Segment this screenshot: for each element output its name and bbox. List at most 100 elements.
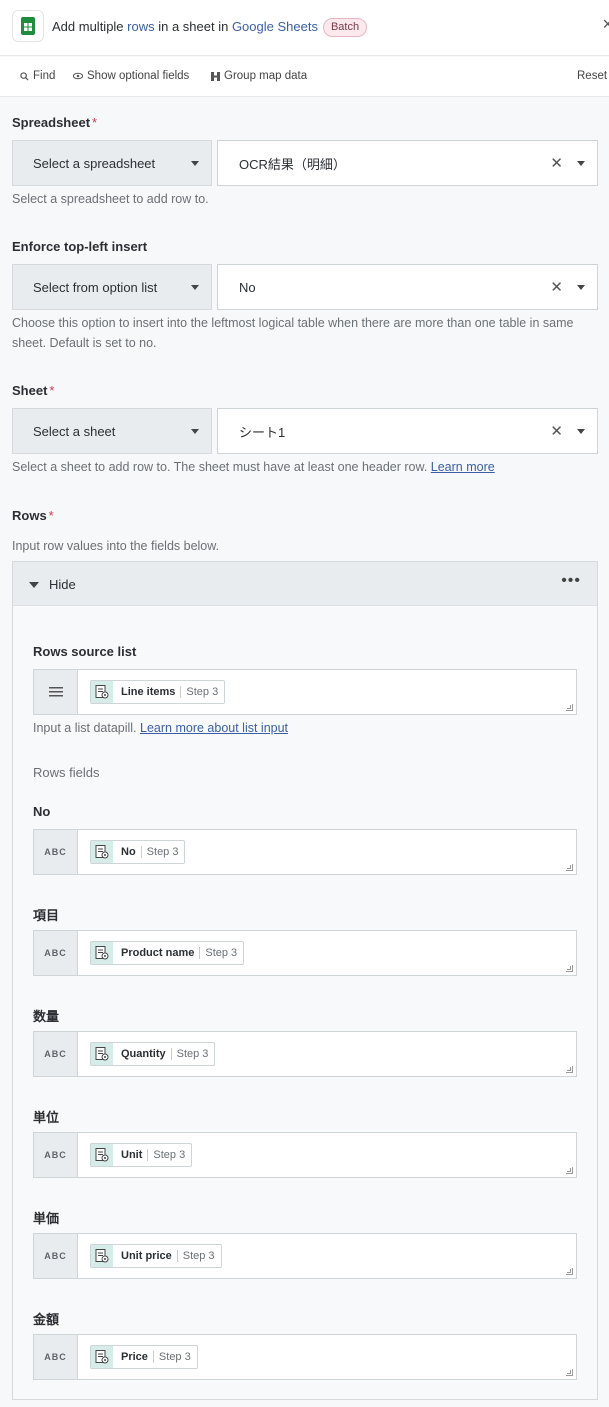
row-field-input[interactable]: ABC Product name Step 3 — [33, 930, 577, 976]
datapill-icon — [91, 1245, 113, 1267]
datapill[interactable]: Quantity Step 3 — [90, 1042, 216, 1066]
resize-handle-icon[interactable] — [566, 965, 573, 972]
datapill-name: Product name — [121, 947, 195, 959]
required-marker: * — [48, 508, 54, 523]
rows-label: Rows * — [12, 508, 54, 523]
enforce-mode-selector[interactable]: Select from option list — [12, 264, 212, 310]
row-field-input[interactable]: ABC Unit Step 3 — [33, 1132, 577, 1178]
datapill-step: Step 3 — [186, 686, 219, 698]
close-icon[interactable]: × — [602, 14, 609, 35]
row-field-input[interactable]: ABC Price Step 3 — [33, 1334, 577, 1380]
sheet-select[interactable]: シート1 ✕ — [217, 408, 598, 454]
row-field-input[interactable]: ABC Quantity Step 3 — [33, 1031, 577, 1077]
find-button[interactable]: Find — [20, 70, 55, 82]
row-field-label: 数量 — [33, 1009, 60, 1024]
datapill-icon — [91, 942, 113, 964]
row-field-input[interactable]: ABC No Step 3 — [33, 829, 577, 875]
group-map-data-button[interactable]: Group map data — [211, 70, 307, 82]
row-field-label: 項目 — [33, 908, 60, 923]
group-map-label: Group map data — [224, 70, 308, 82]
datapill-icon — [91, 1144, 113, 1166]
spreadsheet-select[interactable]: OCR結果（明細） ✕ — [217, 140, 598, 186]
resize-handle-icon[interactable] — [566, 864, 573, 871]
resize-handle-icon[interactable] — [566, 1167, 573, 1174]
datapill[interactable]: Unit Step 3 — [90, 1143, 193, 1167]
datapill-icon — [91, 1043, 113, 1065]
rows-source-field[interactable]: Line items Step 3 — [33, 669, 577, 715]
divider — [180, 686, 182, 698]
abc-type-icon: ABC — [34, 1335, 78, 1379]
enforce-value: No — [239, 279, 256, 295]
datapill-line-items[interactable]: Line items Step 3 — [90, 680, 226, 704]
datapill[interactable]: Product name Step 3 — [90, 941, 245, 965]
rows-source-help: Input a list datapill. Learn more about … — [33, 718, 288, 738]
rows-label-text: Rows — [12, 508, 47, 523]
reset-button[interactable]: Reset — [577, 70, 607, 82]
resize-handle-icon[interactable] — [566, 1369, 573, 1376]
datapill[interactable]: Unit price Step 3 — [90, 1244, 222, 1268]
row-field-label: 単価 — [33, 1211, 60, 1226]
search-icon — [20, 71, 29, 81]
row-field-input[interactable]: ABC Unit price Step 3 — [33, 1233, 577, 1279]
caret-down-icon[interactable] — [29, 582, 39, 588]
resize-handle-icon[interactable] — [566, 704, 573, 711]
caret-down-icon — [191, 285, 199, 290]
clear-icon[interactable]: ✕ — [550, 154, 563, 172]
datapill[interactable]: Price Step 3 — [90, 1345, 198, 1369]
row-field-label: 単位 — [33, 1110, 60, 1125]
clear-icon[interactable]: ✕ — [550, 422, 563, 440]
google-sheets-link[interactable]: Google Sheets — [232, 19, 318, 34]
learn-more-list-input-link[interactable]: Learn more about list input — [140, 721, 288, 735]
title-text-mid: in a sheet in — [154, 19, 232, 34]
datapill-name: Unit — [121, 1149, 143, 1161]
divider — [152, 1351, 154, 1363]
step-title: Add multiple rows in a sheet in Google S… — [52, 18, 368, 37]
spreadsheet-help: Select a spreadsheet to add row to. — [12, 192, 209, 206]
divider — [199, 947, 201, 959]
sheet-help: Select a sheet to add row to. The sheet … — [12, 457, 495, 477]
abc-type-icon: ABC — [34, 1234, 78, 1278]
sheet-mode-label: Select a sheet — [33, 423, 116, 439]
show-optional-fields-button[interactable]: Show optional fields — [73, 70, 189, 82]
divider — [147, 1149, 149, 1161]
learn-more-link[interactable]: Learn more — [431, 460, 495, 474]
sheet-label-text: Sheet — [12, 383, 48, 398]
rows-link[interactable]: rows — [127, 19, 154, 34]
spreadsheet-mode-selector[interactable]: Select a spreadsheet — [12, 140, 212, 186]
recipe-step-header: Add multiple rows in a sheet in Google S… — [0, 0, 609, 56]
chevron-down-icon[interactable] — [577, 429, 585, 434]
datapill-step: Step 3 — [153, 1149, 186, 1161]
clear-icon[interactable]: ✕ — [550, 278, 563, 296]
more-options-icon[interactable]: ••• — [561, 572, 581, 590]
field-toolbar: Find Show optional fields Group map data… — [0, 57, 609, 97]
find-label: Find — [33, 70, 56, 82]
datapill-step: Step 3 — [158, 1351, 191, 1363]
datapill-step: Step 3 — [205, 947, 238, 959]
google-sheets-icon — [12, 10, 44, 42]
caret-down-icon — [191, 429, 199, 434]
chevron-down-icon[interactable] — [577, 285, 585, 290]
enforce-help: Choose this option to insert into the le… — [12, 316, 574, 350]
datapill-step: Step 3 — [182, 1250, 215, 1262]
sheet-mode-selector[interactable]: Select a sheet — [12, 408, 212, 454]
sheet-value: シート1 — [239, 424, 286, 440]
caret-down-icon — [191, 161, 199, 166]
enforce-select[interactable]: No ✕ — [217, 264, 598, 310]
required-marker: * — [49, 383, 55, 398]
rows-help: Input row values into the fields below. — [12, 539, 220, 553]
required-marker: * — [92, 115, 98, 130]
resize-handle-icon[interactable] — [566, 1066, 573, 1073]
chevron-down-icon[interactable] — [577, 161, 585, 166]
eye-icon — [73, 72, 83, 80]
batch-badge: Batch — [322, 18, 368, 37]
hide-toggle[interactable]: Hide — [49, 577, 76, 592]
datapill-icon — [91, 841, 113, 863]
list-icon — [34, 670, 78, 714]
resize-handle-icon[interactable] — [566, 1268, 573, 1275]
datapill-name: Quantity — [121, 1048, 166, 1060]
rows-source-label: Rows source list — [33, 644, 137, 659]
datapill-icon — [91, 1346, 113, 1368]
sheet-label: Sheet * — [12, 383, 54, 398]
datapill[interactable]: No Step 3 — [90, 840, 186, 864]
spreadsheet-value: OCR結果（明細） — [239, 156, 346, 172]
